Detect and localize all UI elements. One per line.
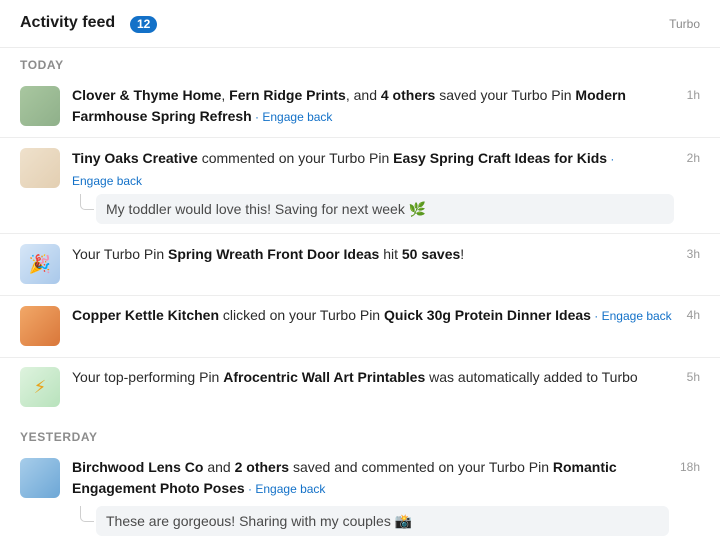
pin-thumbnail (20, 458, 60, 498)
engage-back-link[interactable]: Engage back (72, 174, 142, 188)
engage-back-link[interactable]: Engage back (262, 110, 332, 124)
timestamp: 3h (686, 247, 700, 261)
list-item[interactable]: Tiny Oaks Creative commented on your Tur… (0, 138, 720, 234)
timestamp: 5h (686, 370, 700, 384)
actor-link[interactable]: Copper Kettle Kitchen (72, 307, 219, 323)
pin-title-link[interactable]: Afrocentric Wall Art Printables (223, 369, 425, 385)
turbo-label: Turbo (669, 17, 700, 31)
activity-text: Your top-performing Pin Afrocentric Wall… (72, 369, 638, 385)
milestone-text: 50 saves (401, 246, 461, 262)
activity-text: Your Turbo Pin Spring Wreath Front Door … (72, 246, 465, 262)
list-item[interactable]: 🎉 Your Turbo Pin Spring Wreath Front Doo… (0, 234, 720, 296)
timestamp: 1h (686, 88, 700, 102)
section-yesterday: YESTERDAY (20, 430, 98, 444)
engage-back-link[interactable]: Engage back (602, 309, 672, 323)
comment-text: These are gorgeous! Sharing with my coup… (96, 506, 669, 536)
others-link[interactable]: 4 others (381, 87, 435, 103)
list-item[interactable]: Clover & Thyme Home, Fern Ridge Prints, … (0, 76, 720, 138)
comment-text: My toddler would love this! Saving for n… (96, 194, 674, 224)
comment-reply: These are gorgeous! Sharing with my coup… (80, 506, 670, 536)
engage-back-link[interactable]: Engage back (255, 482, 325, 496)
section-today: TODAY (20, 58, 64, 72)
activity-text: Tiny Oaks Creative commented on your Tur… (72, 150, 615, 188)
lightning-icon: ⚡ (20, 367, 60, 407)
activity-text: Clover & Thyme Home, Fern Ridge Prints, … (72, 87, 626, 124)
pin-title-link[interactable]: Easy Spring Craft Ideas for Kids (393, 150, 607, 166)
count-badge: 12 (130, 16, 158, 33)
comment-reply: My toddler would love this! Saving for n… (80, 194, 674, 224)
timestamp: 2h (686, 151, 700, 165)
pin-title-link[interactable]: Quick 30g Protein Dinner Ideas (384, 307, 591, 323)
list-item[interactable]: Birchwood Lens Co and 2 others saved and… (0, 448, 720, 540)
reply-connector (80, 506, 94, 522)
others-link[interactable]: 2 others (235, 459, 289, 475)
actor-link[interactable]: Clover & Thyme Home (72, 87, 221, 103)
actor-link[interactable]: Birchwood Lens Co (72, 459, 203, 475)
pin-title-link[interactable]: Spring Wreath Front Door Ideas (168, 246, 379, 262)
pin-thumbnail (20, 148, 60, 188)
list-item[interactable]: Copper Kettle Kitchen clicked on your Tu… (0, 296, 720, 358)
pin-thumbnail (20, 306, 60, 346)
actor-link[interactable]: Tiny Oaks Creative (72, 150, 198, 166)
pin-thumbnail (20, 86, 60, 126)
list-item[interactable]: ⚡ Your top-performing Pin Afrocentric Wa… (0, 358, 720, 420)
activity-text: Copper Kettle Kitchen clicked on your Tu… (72, 307, 672, 323)
activity-text: Birchwood Lens Co and 2 others saved and… (72, 459, 617, 496)
actor-link[interactable]: Fern Ridge Prints (229, 87, 346, 103)
feed-header: Activity feed 12 Turbo (0, 0, 720, 48)
timestamp: 4h (686, 308, 700, 322)
party-popper-icon: 🎉 (20, 244, 60, 284)
page-title: Activity feed (20, 14, 116, 31)
reply-connector (80, 194, 94, 210)
timestamp: 18h (679, 460, 700, 474)
